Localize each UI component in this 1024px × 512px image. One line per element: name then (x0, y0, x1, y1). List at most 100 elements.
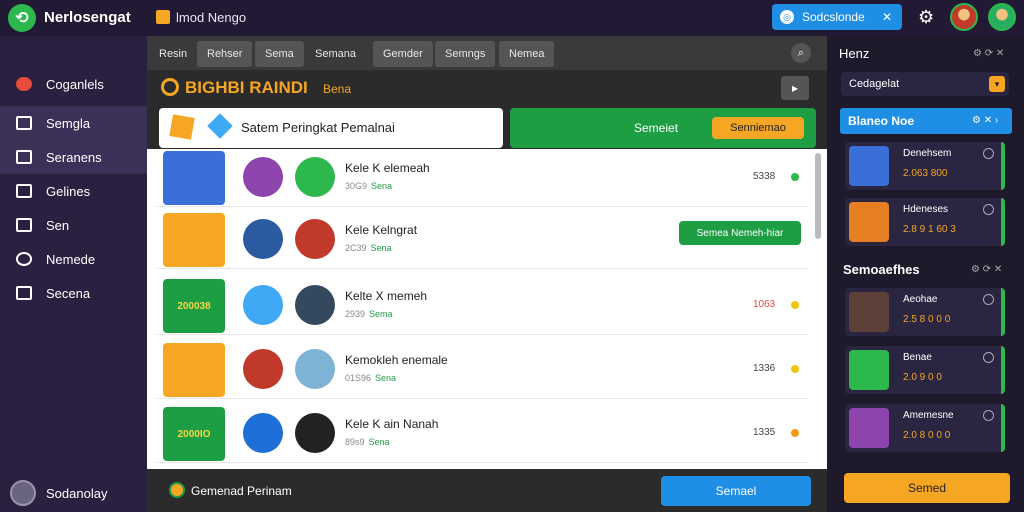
sidebar-item-gelines[interactable]: Gelines (0, 174, 147, 208)
row-score: 1336 (753, 363, 776, 374)
player-card[interactable]: Aeohae 2.5 8 0 0 0 (845, 288, 1005, 336)
top-bar: ⟲ Nerlosengat lmod Nengo ◎ Sodcslonde ✕ … (0, 0, 1024, 36)
score-thumbnail: 200038 (163, 279, 225, 333)
sidebar-item-sen[interactable]: Sen (0, 208, 147, 242)
green-panel-label: Semeiet (634, 121, 679, 135)
status-dot (791, 301, 799, 309)
info-icon[interactable] (983, 410, 994, 421)
sidebar-user-name: Sodanolay (46, 485, 108, 501)
character-icon (295, 285, 335, 325)
info-icon[interactable] (983, 294, 994, 305)
player-name: Denehsem (903, 148, 952, 159)
right-panel-button[interactable]: Semed (844, 473, 1010, 503)
gear-icon[interactable]: ⚙ (918, 7, 934, 28)
row-action-button[interactable]: Semea Nemeh-hiar (679, 221, 801, 245)
sidebar-item-label: Nemede (46, 251, 96, 267)
sidebar-item-semgla[interactable]: Semgla (0, 106, 147, 140)
panel-controls-icon[interactable]: ⚙ ⟳ ✕ (971, 264, 1002, 275)
character-thumbnail (163, 213, 225, 267)
avatar (849, 202, 889, 242)
info-icon[interactable] (983, 352, 994, 363)
tab-sema[interactable]: Sema (255, 41, 304, 67)
character-icon (295, 219, 335, 259)
shield-icon (243, 349, 283, 389)
character-icon (295, 349, 335, 389)
globe-icon (16, 252, 32, 266)
tab-gemder[interactable]: Gemder (373, 41, 433, 67)
green-panel-button[interactable]: Senniemao (712, 117, 804, 139)
row-name: Kelte X memeh (345, 289, 428, 303)
chart-icon (16, 286, 32, 300)
row-score: 1063 (753, 299, 776, 310)
sidebar-item-label: Coganlels (46, 76, 104, 92)
sidebar-item-label: Gelines (46, 183, 91, 199)
sidebar-item-nemede[interactable]: Nemede (0, 242, 147, 276)
panel-controls-icon[interactable]: ⚙ ⟳ ✕ (973, 48, 1004, 59)
mod-checkbox[interactable] (156, 10, 170, 24)
globe-icon (243, 413, 283, 453)
tab-semana[interactable]: Semana (305, 41, 366, 67)
tab-semngs[interactable]: Semngs (435, 41, 496, 67)
tab-resin[interactable]: Resin (149, 41, 197, 67)
tab-rehser[interactable]: Rehser (197, 41, 253, 67)
panel-controls-icon[interactable]: ⚙ ✕ › (972, 115, 998, 126)
row-score: 5338 (753, 171, 776, 182)
avatar (10, 480, 36, 506)
player-card[interactable]: Denehsem 2.063 800 (845, 142, 1005, 190)
sidebar-item-secena[interactable]: Secena (0, 276, 147, 310)
player-name: Amemesne (903, 410, 954, 421)
table-row[interactable]: Kele K elemeah 30G9 Sena 5338 (157, 149, 807, 207)
player-value: 2.0 9 0 0 (903, 372, 942, 383)
search-icon[interactable]: ⌕ (791, 43, 811, 63)
coin-icon (161, 78, 179, 96)
top-search-button[interactable]: ◎ Sodcslonde ✕ (772, 4, 902, 30)
table-row[interactable]: 2000IO Kele K ain Nanah 89s9 Sena 1335 (157, 405, 807, 463)
close-icon[interactable]: ✕ (882, 10, 892, 24)
sidebar-user[interactable]: Sodanolay (10, 480, 107, 506)
footer-button[interactable]: Semael (661, 476, 811, 506)
page-title: BIGHBI RAINDI (185, 78, 308, 97)
scrollbar[interactable] (815, 153, 821, 239)
row-meta: 2939 Sema (345, 309, 393, 319)
score-thumbnail: 2000IO (163, 407, 225, 461)
avatar (849, 292, 889, 332)
tab-nemea[interactable]: Nemea (499, 41, 555, 67)
row-name: Kele K elemeah (345, 161, 430, 175)
coin-icon (169, 482, 185, 498)
table-row[interactable]: Kemokleh enemale 01S96 Sena 1336 (157, 341, 807, 399)
avatar (849, 350, 889, 390)
player-card[interactable]: Amemesne 2.0 8 0 0 0 (845, 404, 1005, 452)
table-row[interactable]: Kele Kelngrat 2C39 Sena Semea Nemeh-hiar (157, 211, 807, 269)
ranking-title-panel: Satem Peringkat Pemalnai (159, 108, 503, 148)
table-row[interactable]: 200038 Kelte X memeh 2939 Sema 1063 (157, 277, 807, 335)
player-card[interactable]: Hdeneses 2.8 9 1 60 3 (845, 198, 1005, 246)
info-icon[interactable] (983, 148, 994, 159)
footer-bar: Gemenad Perinam Semael (147, 470, 827, 512)
sidebar-item-coganlels[interactable]: Coganlels (0, 67, 147, 101)
player-value: 2.8 9 1 60 3 (903, 224, 956, 235)
avatar[interactable] (950, 3, 978, 31)
sidebar-item-seranens[interactable]: Seranens (0, 140, 147, 174)
avatar[interactable] (988, 3, 1016, 31)
player-card[interactable]: Benae 2.0 9 0 0 (845, 346, 1005, 394)
stack-icon (16, 116, 32, 130)
expand-button[interactable]: ▸ (781, 76, 809, 100)
ranking-title: Satem Peringkat Pemalnai (241, 120, 395, 135)
cube-icon (207, 113, 233, 139)
highlight-bar[interactable]: Blaneo Noe ⚙ ✕ › (840, 108, 1012, 134)
category-select[interactable]: Cedagelat ▾ (841, 72, 1009, 96)
app-title: Nerlosengat (44, 9, 131, 26)
row-meta: 89s9 Sena (345, 437, 390, 447)
chevron-down-icon: ▾ (989, 76, 1005, 92)
character-thumbnail (163, 343, 225, 397)
window-icon (16, 184, 32, 198)
tab-bar: Resin Rehser Sema Semana Gemder Semngs N… (147, 36, 827, 70)
ranking-list: Kele K elemeah 30G9 Sena 5338 Kele Kelngr… (147, 149, 827, 469)
status-dot (791, 173, 799, 181)
gem-icon (243, 157, 283, 197)
character-icon (243, 285, 283, 325)
shield-icon (16, 77, 32, 91)
player-value: 2.063 800 (903, 168, 948, 179)
page-subtitle: Bena (323, 82, 352, 96)
info-icon[interactable] (983, 204, 994, 215)
